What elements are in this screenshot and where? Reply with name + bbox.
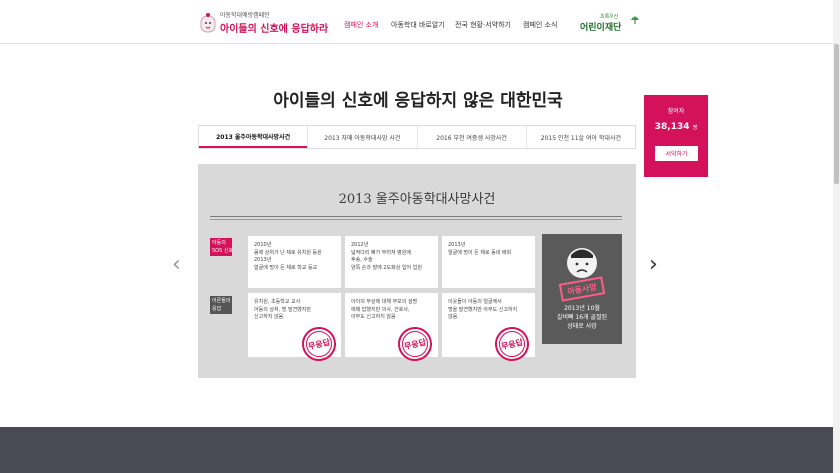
victim-card: 아동사망 2013년 10월 갈비뼈 16개 골절된 상태로 사망 xyxy=(542,234,622,344)
victim-summary: 2013년 10월 갈비뼈 16개 골절된 상태로 사망 xyxy=(556,305,608,330)
child-death-stamp: 아동사망 xyxy=(558,276,606,302)
site-footer xyxy=(0,427,833,473)
nav-item-campaign-intro[interactable]: 캠페인 소개 xyxy=(344,20,378,30)
scrollbar-thumb[interactable] xyxy=(834,44,839,184)
logo-title: 아이들의 신호에 응답하라 xyxy=(220,24,329,35)
case-tabs: 2013 울주아동학대사망사건 2013 자매 아동학대사망 사건 2016 부… xyxy=(198,125,636,149)
scrollbar[interactable] xyxy=(833,0,840,473)
signal-card: 2012년 넓적다리 뼈가 부러져 병원에 후송, 수술 양쪽 손과 발에 2도… xyxy=(345,236,438,288)
tab-incheon-case[interactable]: 2015 인천 11살 여아 학대사건 xyxy=(525,126,635,148)
mascot-icon xyxy=(200,13,216,33)
campaign-logo[interactable]: 아동학대예방캠페인 아이들의 신호에 응답하라 xyxy=(199,10,331,36)
tab-sisters-case[interactable]: 2013 자매 아동학대사망 사건 xyxy=(307,126,416,148)
participant-label: 참여자 xyxy=(667,108,685,115)
logo-subtitle: 아동학대예방캠페인 xyxy=(220,12,270,19)
page: 아동학대예방캠페인 아이들의 신호에 응답하라 캠페인 소개 아동학대 바로알기… xyxy=(0,0,840,473)
participant-count: 38,134 명 xyxy=(654,122,698,132)
nav-item-child-abuse-info[interactable]: 아동학대 바로알기 xyxy=(391,20,445,30)
brand-name: 어린이재단 xyxy=(580,23,622,33)
case-title: 2013 울주아동학대사망사건 xyxy=(338,192,496,207)
brand-logo[interactable]: 초록우산 어린이재단 xyxy=(580,13,639,33)
umbrella-icon xyxy=(631,16,639,24)
chevron-right-icon[interactable]: › xyxy=(649,254,658,276)
tab-ulju-case[interactable]: 2013 울주아동학대사망사건 xyxy=(199,126,308,148)
tab-bucheon-case[interactable]: 2016 부천 여중생 사망사건 xyxy=(416,126,526,148)
nav-item-status-pledge[interactable]: 전국 현황·서약하기 xyxy=(455,20,511,30)
signal-card: 2013년 얼굴에 멍이 든 채로 동네 배회 xyxy=(442,236,535,288)
brand-subtitle: 초록우산 xyxy=(600,14,619,20)
participant-counter: 참여자 38,134 명 서약하기 xyxy=(644,95,708,177)
chevron-left-icon[interactable]: ‹ xyxy=(172,254,181,276)
signal-card: 2010년 몸에 상처가 난 채로 유치원 등원 2013년 얼굴에 멍이 든 … xyxy=(248,236,341,288)
divider xyxy=(210,216,622,217)
sad-child-icon xyxy=(567,248,597,278)
row-label-response: 어른들의 응답 xyxy=(210,296,232,314)
page-title: 아이들의 신호에 응답하지 않은 대한민국 xyxy=(273,91,563,111)
site-header: 아동학대예방캠페인 아이들의 신호에 응답하라 캠페인 소개 아동학대 바로알기… xyxy=(0,0,840,44)
divider xyxy=(210,219,622,220)
pledge-button[interactable]: 서약하기 xyxy=(655,146,698,161)
row-label-sos: 아동의 SOS 신호 xyxy=(210,238,234,256)
case-panel: 2013 울주아동학대사망사건 아동의 SOS 신호 어른들의 응답 2010년… xyxy=(198,164,636,378)
nav-item-campaign-news[interactable]: 캠페인 소식 xyxy=(523,20,557,30)
